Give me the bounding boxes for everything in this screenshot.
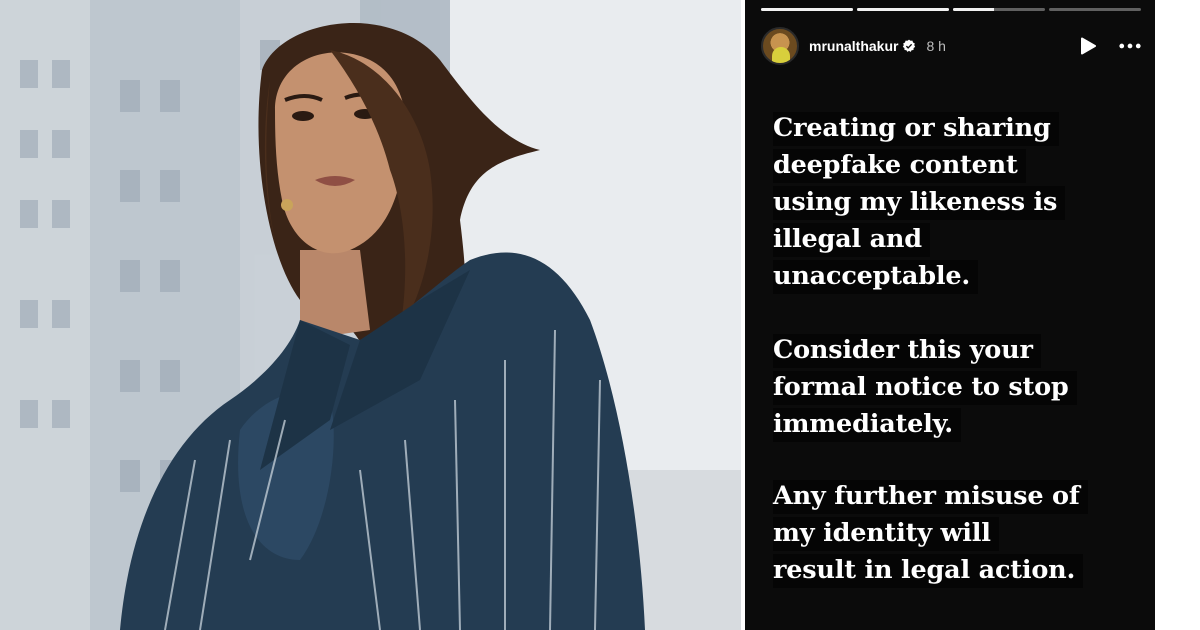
post-time: 8 h [926, 38, 946, 54]
story-progress-segment [857, 8, 949, 11]
portrait-photo [0, 0, 741, 630]
story-message-line: Consider this your [773, 334, 1041, 368]
play-button[interactable] [1077, 35, 1099, 57]
more-options-icon [1119, 43, 1141, 49]
story-progress-segment [1049, 8, 1141, 11]
avatar[interactable] [761, 27, 799, 65]
more-options-button[interactable] [1119, 35, 1141, 57]
story-message-line: immediately. [773, 408, 961, 442]
instagram-story[interactable]: mrunalthakur 8 h Creating or sharing deep… [741, 0, 1155, 630]
story-progress-fill [857, 8, 949, 11]
story-message-line: deepfake content [773, 149, 1026, 183]
story-progress-bars [761, 8, 1141, 11]
story-message-line: illegal and [773, 223, 930, 257]
story-message-line: result in legal action. [773, 554, 1084, 588]
story-message-line: my identity will [773, 517, 999, 551]
story-message-1: Creating or sharing deepfake content using… [773, 110, 1143, 295]
story-progress-segment [953, 8, 1045, 11]
story-header: mrunalthakur 8 h [761, 26, 1141, 66]
story-message-line: Any further misuse of [773, 480, 1088, 514]
play-icon [1081, 37, 1096, 55]
story-message-2: Consider this your formal notice to stop i… [773, 332, 1143, 443]
story-message-line: using my likeness is [773, 186, 1066, 220]
story-message-3: Any further misuse of my identity will res… [773, 478, 1143, 589]
story-progress-fill [953, 8, 995, 11]
username-link[interactable]: mrunalthakur [809, 38, 898, 54]
story-message-line: unacceptable. [773, 260, 979, 294]
story-progress-segment [761, 8, 853, 11]
page-margin [1155, 0, 1200, 630]
verified-badge-icon [903, 39, 916, 52]
portrait-illustration [0, 0, 741, 630]
story-progress-fill [761, 8, 853, 11]
story-message-line: Creating or sharing [773, 112, 1059, 146]
story-message-line: formal notice to stop [773, 371, 1077, 405]
